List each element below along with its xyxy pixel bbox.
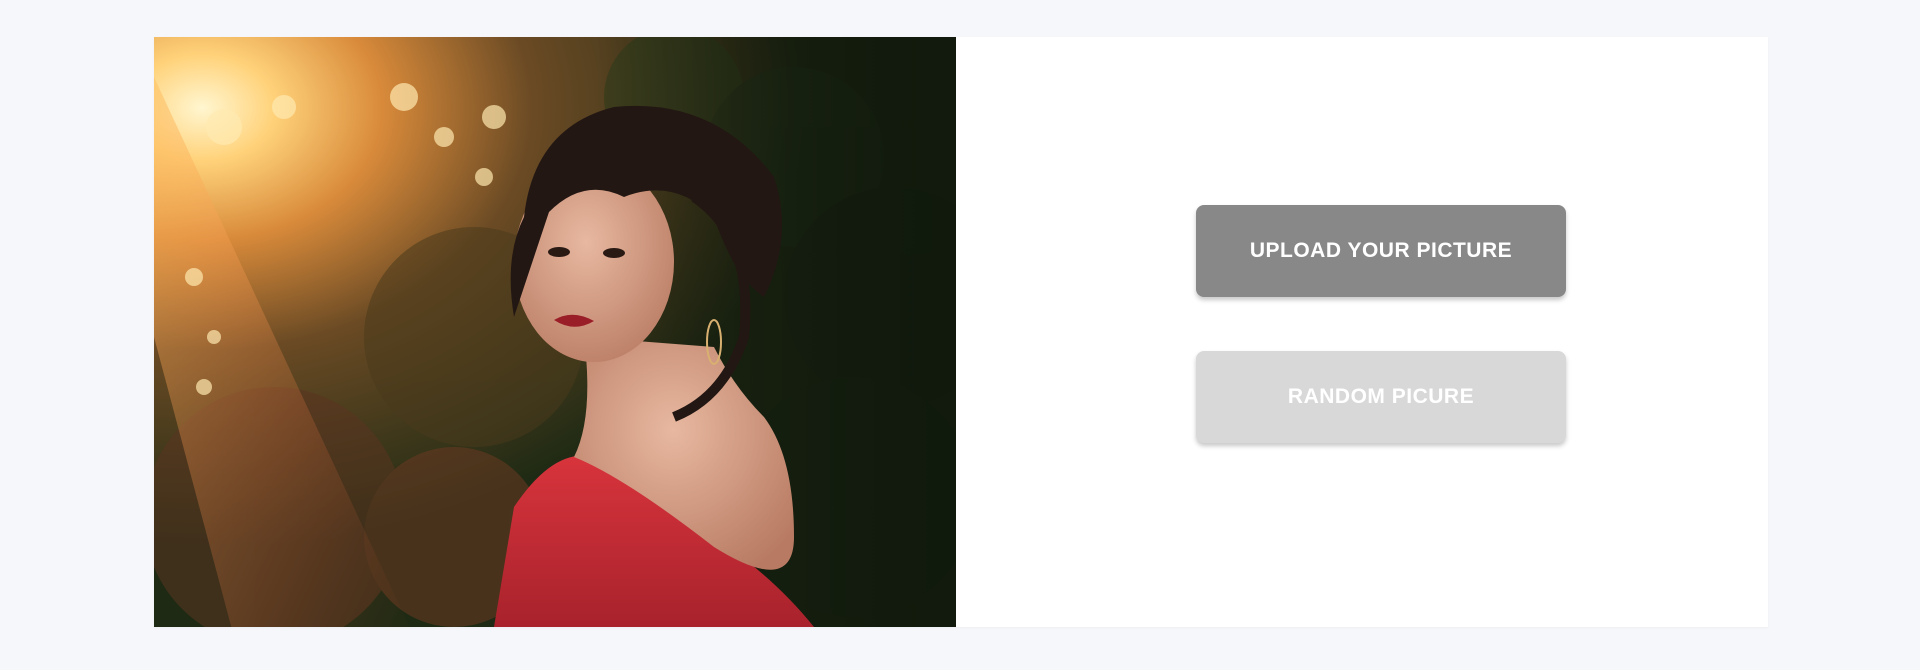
main-card: UPLOAD YOUR PICTURE RANDOM PICURE [154, 37, 1768, 627]
random-picture-button[interactable]: RANDOM PICURE [1196, 351, 1566, 443]
upload-picture-button[interactable]: UPLOAD YOUR PICTURE [1196, 205, 1566, 297]
photo-panel [154, 37, 956, 627]
portrait-photo [154, 37, 956, 627]
actions-panel: UPLOAD YOUR PICTURE RANDOM PICURE [956, 37, 1768, 627]
random-picture-label: RANDOM PICURE [1287, 385, 1475, 408]
upload-picture-label: UPLOAD YOUR PICTURE [1249, 239, 1513, 262]
